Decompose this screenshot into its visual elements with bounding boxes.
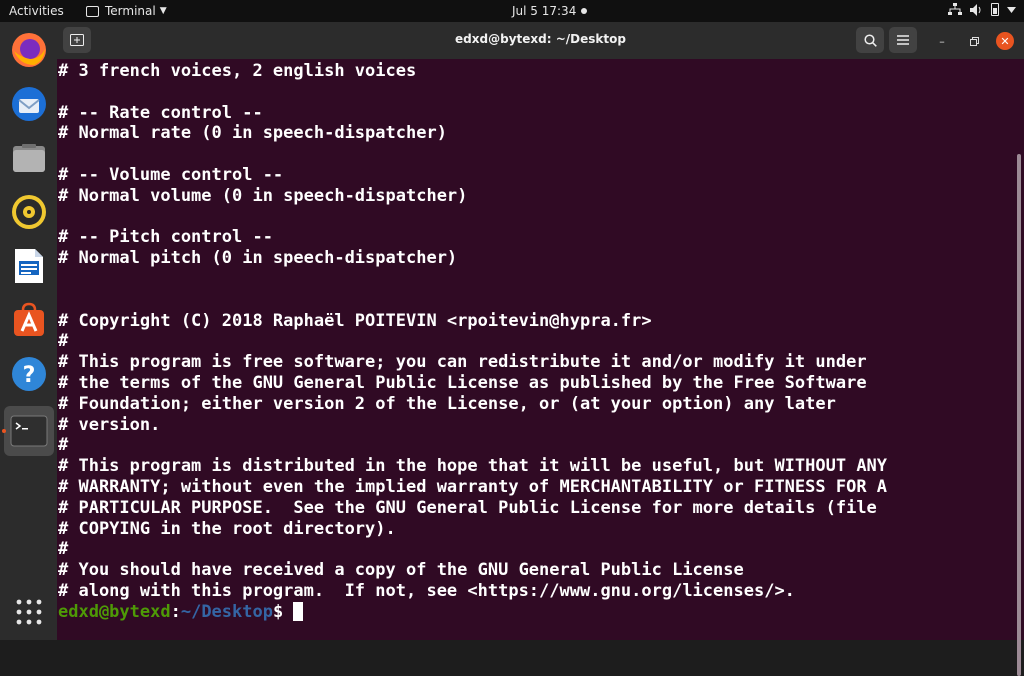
prompt-symbol: $ [272,601,294,622]
terminal-line: # [58,435,69,456]
software-store-icon [14,302,44,336]
terminal-line: # WARRANTY; without even the implied war… [58,476,888,497]
hamburger-menu-icon [897,35,909,45]
chevron-down-icon: ▼ [159,6,167,16]
app-menu[interactable]: Terminal ▼ [86,4,167,18]
writer-icon [15,249,43,283]
minimize-icon: – [939,34,945,48]
rhythmbox-icon [12,195,46,229]
terminal-line: # This program is distributed in the hop… [58,456,888,477]
app-menu-label: Terminal [105,4,156,18]
prompt-user: edxd@bytexd [58,601,171,622]
terminal-line: # along with this program. If not, see <… [58,580,795,601]
dock-files[interactable] [9,138,49,178]
terminal-output[interactable]: # 3 french voices, 2 english voices # -- … [57,59,1024,676]
terminal-line: # -- Volume control -- [58,164,284,185]
prompt-path: ~/Desktop [180,601,273,622]
terminal-line: # Copyright (C) 2018 Raphaël POITEVIN <r… [58,310,652,331]
terminal-line: # Foundation; either version 2 of the Li… [58,393,836,414]
help-icon: ? [12,357,46,391]
prompt-separator: : [170,601,181,622]
dock-ubuntu-software[interactable] [9,300,49,340]
clock[interactable]: Jul 5 17:34 [512,4,576,18]
minimize-button[interactable]: – [933,32,951,50]
close-button[interactable]: ✕ [996,32,1014,50]
text-cursor [293,601,304,621]
restore-icon [969,36,979,46]
title-bar[interactable]: edxd@bytexd: ~/Desktop – ✕ [57,22,1024,59]
terminal-line: # 3 french voices, 2 english voices [58,61,417,81]
svg-text:?: ? [23,363,36,388]
activities-button[interactable]: Activities [9,4,64,18]
thunderbird-icon [12,87,46,121]
search-icon [863,33,877,47]
top-bar: Activities Terminal ▼ Jul 5 17:34 [0,0,1024,22]
dock-thunderbird[interactable] [9,84,49,124]
terminal-line: # Normal pitch (0 in speech-dispatcher) [58,248,458,269]
dock-terminal[interactable] [4,406,54,456]
terminal-lines: # 3 french voices, 2 english voices # -- … [58,61,887,623]
terminal-line: # Normal rate (0 in speech-dispatcher) [58,123,447,144]
terminal-line: # Normal volume (0 in speech-dispatcher) [58,185,468,206]
terminal-line: # You should have received a copy of the… [58,560,744,581]
scrollbar[interactable] [1017,154,1021,676]
volume-icon [970,3,981,16]
dock-writer[interactable] [9,246,49,286]
maximize-button[interactable] [965,32,983,50]
terminal-line: # This program is free software; you can… [58,352,867,373]
power-menu-icon [1007,6,1016,13]
dock-rhythmbox[interactable] [9,192,49,232]
terminal-line: # -- Pitch control -- [58,227,273,248]
menu-button[interactable] [889,27,917,53]
notification-dot-icon [581,8,587,14]
terminal-line: # -- Rate control -- [58,102,263,123]
terminal-line: # [58,539,69,560]
terminal-line: # [58,331,69,352]
terminal-line: # version. [58,414,161,435]
running-indicator [2,429,6,433]
system-tray[interactable] [948,3,1016,16]
dock-firefox[interactable] [9,30,49,70]
battery-icon [991,3,999,16]
terminal-window: edxd@bytexd: ~/Desktop – ✕ # 3 french vo [57,22,1024,676]
dock-help[interactable]: ? [9,354,49,394]
terminal-line: # PARTICULAR PURPOSE. See the GNU Genera… [58,497,877,518]
show-applications-button[interactable] [9,592,49,632]
network-icon [948,3,962,15]
firefox-icon [12,33,46,67]
terminal-line: # the terms of the GNU General Public Li… [58,372,867,393]
search-button[interactable] [856,27,884,53]
close-icon: ✕ [1000,34,1010,48]
prompt-line[interactable]: edxd@bytexd:~/Desktop$ [58,601,887,623]
terminal-app-icon [10,415,48,447]
terminal-line: # COPYING in the root directory). [58,518,396,539]
terminal-icon [86,5,99,17]
files-icon [13,144,45,172]
app-grid-icon [16,599,42,625]
dock: ? [0,22,57,640]
